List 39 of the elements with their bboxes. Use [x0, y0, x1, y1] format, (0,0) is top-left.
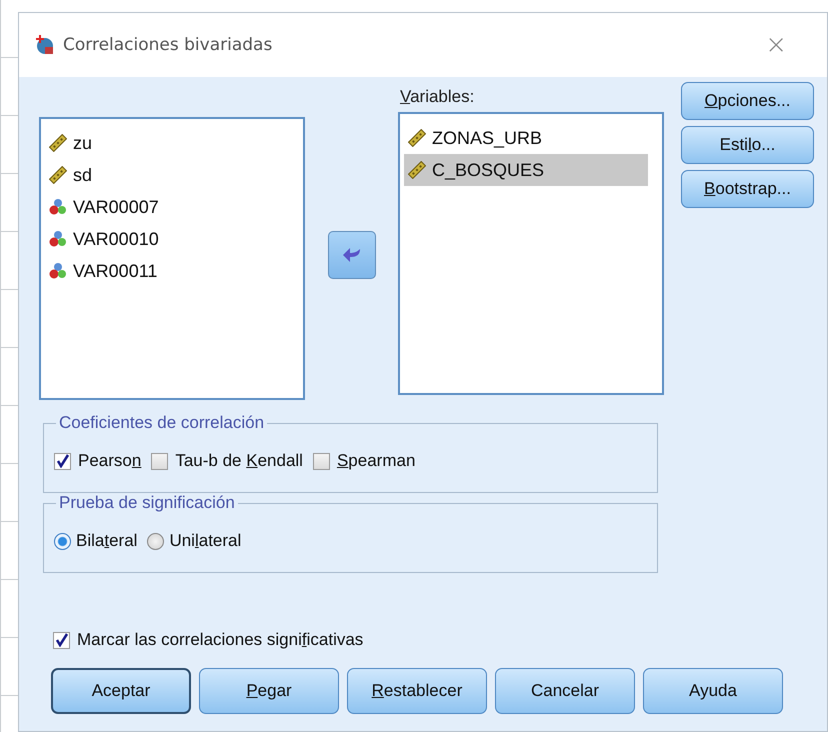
window-title: Correlaciones bivariadas	[63, 35, 272, 55]
checkbox-label: Tau-b de Kendall	[175, 450, 303, 472]
checkbox-label: Marcar las correlaciones significativas	[77, 629, 364, 651]
group-title: Prueba de significación	[56, 493, 238, 513]
list-item[interactable]: zu	[45, 127, 289, 159]
close-button[interactable]: ×	[761, 30, 791, 60]
variables-list[interactable]: ZONAS_URB C_BOSQUES	[398, 112, 664, 395]
dialog-button[interactable]: Ayuda	[643, 668, 783, 714]
checkbox[interactable]	[151, 452, 168, 470]
checkbox[interactable]	[53, 632, 70, 648]
list-item[interactable]: C_BOSQUES	[404, 154, 648, 186]
dialog-button[interactable]: Opciones...	[681, 82, 814, 120]
dialog-button[interactable]: Cancelar	[495, 668, 635, 714]
list-item[interactable]: VAR00007	[45, 191, 289, 223]
checkbox-label: Pearson	[78, 450, 142, 472]
radio-label: Bilateral	[76, 530, 138, 552]
list-item[interactable]: VAR00010	[45, 223, 289, 255]
circles-icon	[49, 262, 67, 280]
dialog-button[interactable]: Bootstrap...	[681, 170, 814, 208]
list-item[interactable]: ZONAS_URB	[404, 122, 648, 154]
radio-label: Unilateral	[169, 530, 242, 552]
arrow-icon	[342, 247, 360, 263]
checkbox[interactable]	[312, 452, 330, 470]
list-item[interactable]: sd	[45, 159, 289, 191]
move-button[interactable]	[328, 231, 376, 279]
circles-icon	[49, 198, 67, 216]
checkbox[interactable]	[54, 452, 71, 470]
radio-button[interactable]	[147, 532, 164, 550]
dialog-button[interactable]: Pegar	[199, 668, 339, 714]
list-item[interactable]: VAR00011	[45, 255, 289, 287]
dialog-button[interactable]: Estilo...	[681, 126, 814, 164]
source-variable-list[interactable]: zu sd VAR00007 VAR00010 VAR00011	[39, 117, 305, 400]
radio-button[interactable]	[54, 532, 71, 550]
list-label: Variables:	[399, 88, 476, 106]
dialog-button[interactable]: Restablecer	[347, 668, 487, 714]
circles-icon	[49, 230, 67, 248]
app-icon	[35, 35, 55, 55]
dialog-button[interactable]: Aceptar	[51, 668, 191, 714]
checkbox-label: Spearman	[336, 450, 416, 472]
